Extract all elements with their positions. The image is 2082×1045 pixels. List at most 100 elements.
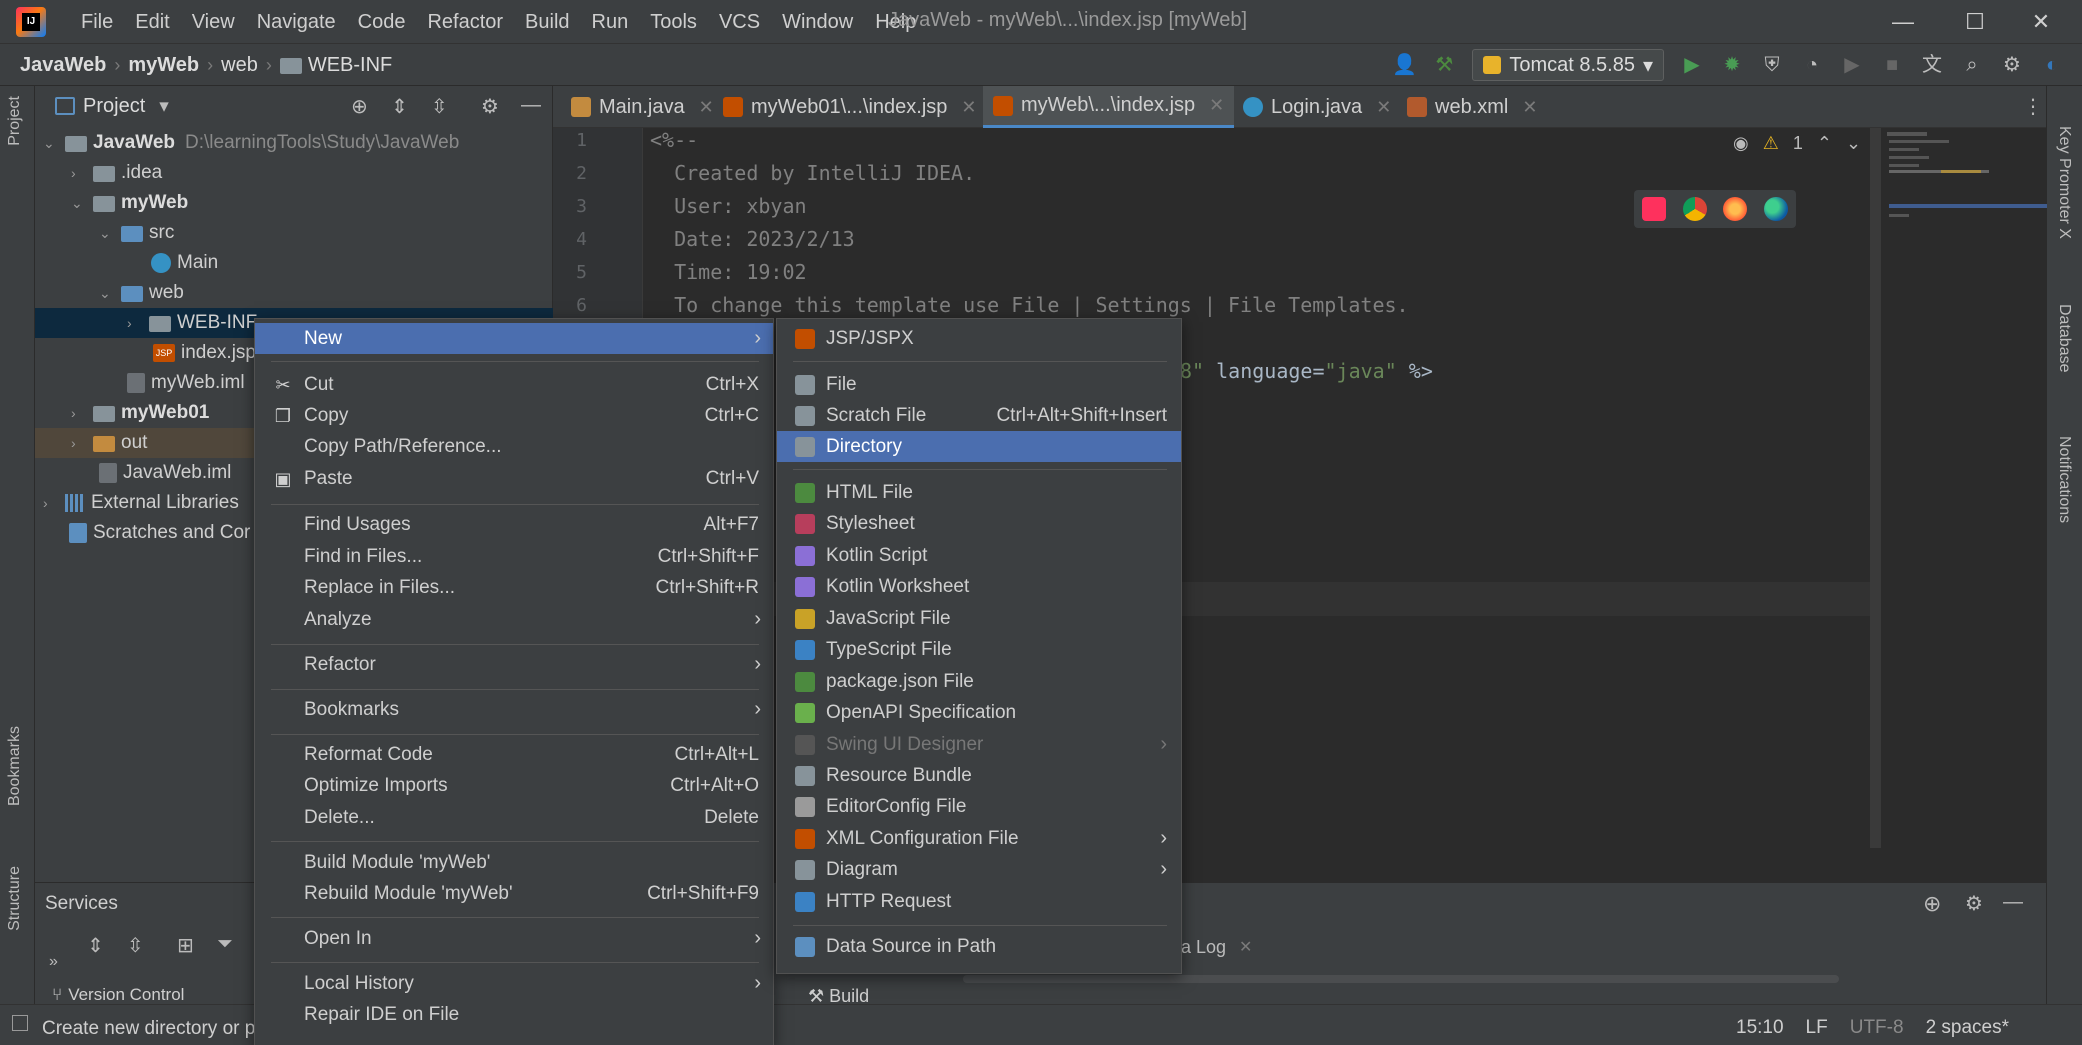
submenu-item-xml-configuration[interactable]: XML Configuration File › xyxy=(777,823,1181,854)
submenu-item-http-request[interactable]: HTTP Request xyxy=(777,886,1181,917)
locate-icon[interactable]: ⊕ xyxy=(1923,891,1941,917)
tool-windows-icon[interactable] xyxy=(12,1015,28,1031)
breadcrumb-web-inf[interactable]: WEB-INF xyxy=(308,54,392,77)
file-encoding[interactable]: UTF-8 xyxy=(1850,1017,1904,1039)
close-icon[interactable]: ✕ xyxy=(699,97,714,118)
submenu-item-stylesheet[interactable]: Stylesheet xyxy=(777,508,1181,539)
menu-item-new[interactable]: New › xyxy=(255,323,773,354)
tab-web-xml[interactable]: web.xml ✕ xyxy=(1397,86,1547,128)
build-hammer-icon[interactable]: ⚒ xyxy=(1432,53,1456,77)
menu-run[interactable]: Run xyxy=(581,11,640,34)
stop-icon[interactable]: ■ xyxy=(1880,53,1904,77)
version-control-tab[interactable]: ⑂ Version Control xyxy=(52,985,184,1005)
chrome-icon[interactable] xyxy=(1682,197,1707,221)
submenu-item-openapi[interactable]: OpenAPI Specification xyxy=(777,697,1181,728)
hide-icon[interactable]: — xyxy=(2003,891,2023,914)
notifications-tab[interactable]: Notifications xyxy=(2055,436,2073,523)
chevron-down-icon[interactable]: ⌄ xyxy=(43,135,59,152)
intellij-browser-icon[interactable] xyxy=(1642,197,1667,221)
chevron-right-icon[interactable]: › xyxy=(71,405,87,421)
menu-item-refactor[interactable]: Refactor › xyxy=(255,649,773,680)
chevron-right-icon[interactable]: › xyxy=(71,435,87,451)
menu-navigate[interactable]: Navigate xyxy=(246,11,347,34)
menu-item-optimize-imports[interactable]: Optimize Imports Ctrl+Alt+O xyxy=(255,770,773,801)
resume-icon[interactable]: ▶ xyxy=(1840,53,1864,77)
inspection-widget[interactable]: ◉ ⚠ 1 ⌃ ⌄ xyxy=(1733,133,1861,154)
edge-icon[interactable] xyxy=(1763,197,1788,221)
submenu-item-data-source[interactable]: Data Source in Path xyxy=(777,931,1181,962)
tab-main-java[interactable]: Main.java ✕ xyxy=(561,86,724,128)
chevron-down-icon[interactable]: ⌄ xyxy=(99,225,115,242)
chevron-down-icon[interactable]: ▾ xyxy=(159,95,169,118)
group-icon[interactable]: ⊞ xyxy=(177,933,194,958)
gear-icon[interactable]: ⚙ xyxy=(2000,53,2024,77)
chevron-down-icon[interactable]: ⌄ xyxy=(99,285,115,302)
menu-item-analyze[interactable]: Analyze › xyxy=(255,604,773,635)
menu-window[interactable]: Window xyxy=(771,11,864,34)
tree-item-idea[interactable]: › .idea xyxy=(35,158,553,188)
user-icon[interactable]: 👤 xyxy=(1392,53,1417,77)
chevron-right-icon[interactable]: › xyxy=(71,165,87,181)
menu-item-open-in[interactable]: Open In › xyxy=(255,923,773,954)
run-icon[interactable]: ▶ xyxy=(1680,53,1704,77)
submenu-item-html-file[interactable]: HTML File xyxy=(777,477,1181,508)
tree-item-myweb[interactable]: ⌄ myWeb xyxy=(35,188,553,218)
locate-icon[interactable]: ⊕ xyxy=(351,94,368,119)
more-icon[interactable]: » xyxy=(49,953,58,971)
menu-item-build-module[interactable]: Build Module 'myWeb' xyxy=(255,847,773,878)
submenu-item-javascript-file[interactable]: JavaScript File xyxy=(777,603,1181,634)
chevron-right-icon[interactable]: › xyxy=(127,315,143,331)
menu-file[interactable]: File xyxy=(70,11,124,34)
menu-tools[interactable]: Tools xyxy=(639,11,708,34)
hide-icon[interactable]: — xyxy=(521,94,541,117)
chevron-down-icon[interactable]: ⌄ xyxy=(71,195,87,212)
menu-item-paste[interactable]: ▣ Paste Ctrl+V xyxy=(255,463,773,494)
filter-icon[interactable]: ⏷ xyxy=(217,933,233,956)
gear-icon[interactable]: ⚙ xyxy=(481,94,499,119)
key-promoter-tab[interactable]: Key Promoter X xyxy=(2055,126,2073,239)
more-vertical-icon[interactable]: ⋮ xyxy=(2023,94,2043,119)
submenu-item-kotlin-script[interactable]: Kotlin Script xyxy=(777,540,1181,571)
submenu-item-file[interactable]: File xyxy=(777,369,1181,400)
firefox-icon[interactable] xyxy=(1723,197,1748,221)
chevron-right-icon[interactable]: › xyxy=(43,495,59,511)
project-panel-title[interactable]: Project xyxy=(83,95,145,118)
close-window-button[interactable]: ✕ xyxy=(2026,8,2056,36)
collapse-all-icon[interactable]: ⇳ xyxy=(431,94,448,119)
tab-login-java[interactable]: Login.java ✕ xyxy=(1233,86,1401,128)
submenu-item-resource-bundle[interactable]: Resource Bundle xyxy=(777,760,1181,791)
gear-icon[interactable]: ⚙ xyxy=(1965,891,1983,916)
caret-position[interactable]: 15:10 xyxy=(1736,1017,1784,1039)
tree-item-src[interactable]: ⌄ src xyxy=(35,218,553,248)
search-icon[interactable]: ⌕ xyxy=(1960,53,1984,77)
editor-scrollbar[interactable] xyxy=(1870,128,1880,848)
menu-build[interactable]: Build xyxy=(514,11,580,34)
plugin-icon[interactable]: ◐ xyxy=(2040,53,2064,77)
tree-item-javaweb[interactable]: ⌄ JavaWeb D:\learningTools\Study\JavaWeb xyxy=(35,128,553,158)
tree-item-main[interactable]: Main xyxy=(35,248,553,278)
tab-log[interactable]: a Log xyxy=(1181,937,1226,958)
submenu-item-directory[interactable]: Directory xyxy=(777,431,1181,462)
chevron-down-icon[interactable]: ⌄ xyxy=(1846,133,1861,154)
menu-vcs[interactable]: VCS xyxy=(708,11,771,34)
breadcrumb-javaweb[interactable]: JavaWeb xyxy=(20,54,106,77)
close-icon[interactable]: ✕ xyxy=(1522,97,1537,118)
menu-item-delete[interactable]: Delete... Delete xyxy=(255,802,773,833)
indent-setting[interactable]: 2 spaces* xyxy=(1926,1017,2009,1039)
menu-item-copy[interactable]: ❐ Copy Ctrl+C xyxy=(255,400,773,431)
translate-icon[interactable]: 文 xyxy=(1920,53,1944,77)
menu-item-local-history[interactable]: Local History › xyxy=(255,968,773,999)
close-icon[interactable]: ✕ xyxy=(1376,97,1391,118)
database-tab[interactable]: Database xyxy=(2055,304,2073,373)
menu-item-reformat-code[interactable]: Reformat Code Ctrl+Alt+L xyxy=(255,739,773,770)
menu-item-bookmarks[interactable]: Bookmarks › xyxy=(255,694,773,725)
menu-item-copy-path[interactable]: Copy Path/Reference... xyxy=(255,431,773,462)
menu-item-find-usages[interactable]: Find Usages Alt+F7 xyxy=(255,509,773,540)
submenu-item-kotlin-worksheet[interactable]: Kotlin Worksheet xyxy=(777,571,1181,602)
submenu-item-typescript-file[interactable]: TypeScript File xyxy=(777,634,1181,665)
submenu-item-jsp[interactable]: JSP/JSPX xyxy=(777,323,1181,354)
coverage-icon[interactable]: ⛨ xyxy=(1760,53,1784,77)
submenu-item-editorconfig[interactable]: EditorConfig File xyxy=(777,791,1181,822)
tab-myweb-index-jsp[interactable]: myWeb\...\index.jsp ✕ xyxy=(983,86,1235,128)
menu-edit[interactable]: Edit xyxy=(124,11,180,34)
